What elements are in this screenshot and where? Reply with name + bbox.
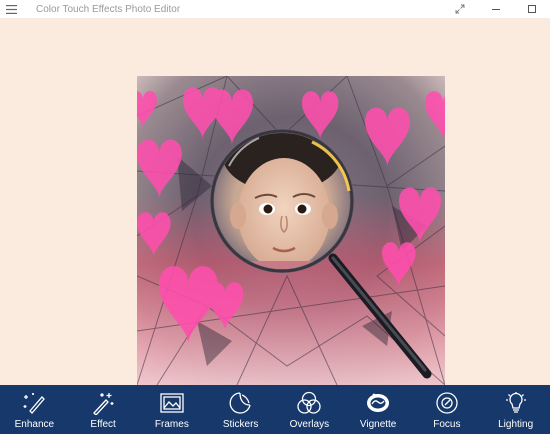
tool-label-vignette: Vignette [359, 419, 397, 430]
edited-photo[interactable] [137, 76, 445, 385]
tool-label-effect: Effect [90, 419, 116, 430]
vignette-icon [365, 391, 391, 415]
picture-frame-icon [159, 391, 185, 415]
vignette-button[interactable]: Vignette [344, 385, 413, 434]
tool-label-frames: Frames [154, 419, 189, 430]
overlapping-circles-icon [296, 391, 322, 415]
tool-label-overlays: Overlays [289, 419, 330, 430]
hamburger-icon[interactable] [0, 0, 22, 18]
app-title: Color Touch Effects Photo Editor [36, 3, 181, 15]
magic-wand-pencil-icon [21, 391, 47, 415]
tool-label-focus: Focus [433, 419, 461, 430]
effect-button[interactable]: Effect [69, 385, 138, 434]
light-bulb-icon [503, 391, 529, 415]
overlays-button[interactable]: Overlays [275, 385, 344, 434]
sparkle-wand-icon [90, 391, 116, 415]
expand-icon[interactable] [442, 0, 478, 18]
sticker-peel-icon [228, 391, 254, 415]
enhance-button[interactable]: Enhance [0, 385, 69, 434]
focus-target-icon [434, 391, 460, 415]
editor-canvas [0, 18, 550, 385]
window-controls [442, 0, 550, 18]
maximize-icon[interactable] [514, 0, 550, 18]
stickers-button[interactable]: Stickers [206, 385, 275, 434]
title-bar: Color Touch Effects Photo Editor [0, 0, 550, 18]
lighting-button[interactable]: Lighting [481, 385, 550, 434]
tool-label-enhance: Enhance [14, 419, 55, 430]
tool-label-lighting: Lighting [498, 419, 534, 430]
tool-label-stickers: Stickers [222, 419, 259, 430]
focus-button[interactable]: Focus [413, 385, 482, 434]
bottom-toolbar: Enhance Effect Frames Stickers Overlays … [0, 385, 550, 434]
minimize-icon[interactable] [478, 0, 514, 18]
frames-button[interactable]: Frames [138, 385, 207, 434]
